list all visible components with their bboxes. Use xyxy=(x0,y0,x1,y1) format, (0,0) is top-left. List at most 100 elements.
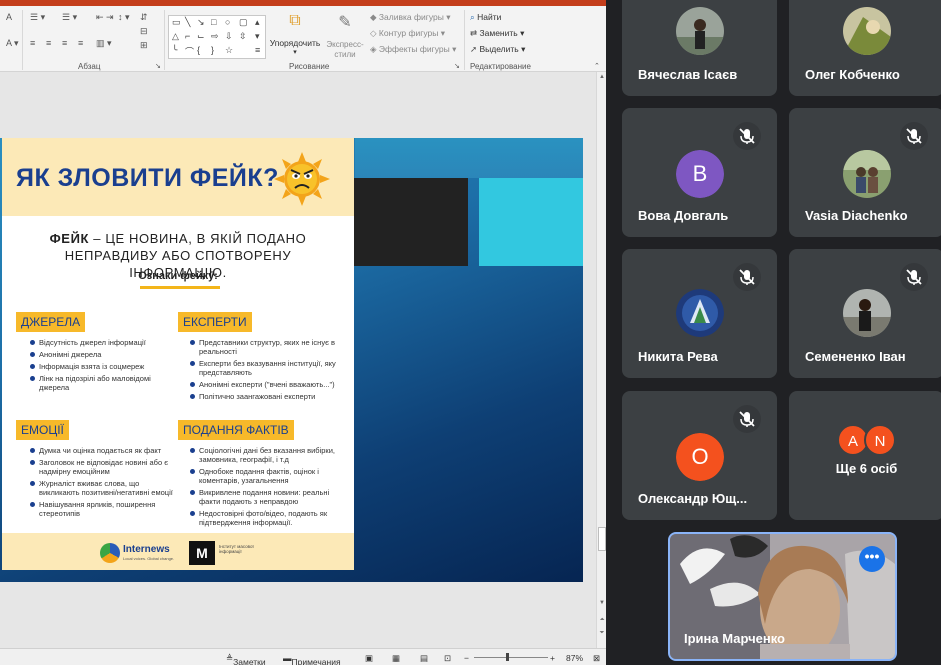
line-shape-icon[interactable]: ╲ xyxy=(185,17,190,28)
arrow-shape-icon[interactable]: ↘ xyxy=(197,17,205,28)
participant-tile[interactable]: Никита Рева xyxy=(622,249,777,378)
scrollbar-thumb[interactable] xyxy=(598,527,606,551)
shape-fill-label: Заливка фигуры xyxy=(378,12,444,22)
zoom-slider[interactable] xyxy=(474,657,548,658)
triangle-shape-icon[interactable]: △ xyxy=(172,31,179,42)
connector-shape-icon[interactable]: ⌐ xyxy=(185,31,190,41)
slide-background-band xyxy=(355,138,583,178)
internews-tagline: Local voices. Global change. xyxy=(123,556,175,561)
connector2-shape-icon[interactable]: ⌙ xyxy=(197,31,205,42)
star-shape-icon[interactable]: ☆ xyxy=(225,45,233,56)
quick-styles-button[interactable]: ✎ Экспресс-стили xyxy=(324,12,366,60)
zoom-in-button[interactable]: + xyxy=(550,653,555,663)
normal-view-icon[interactable]: ▣ xyxy=(365,653,373,664)
zoom-slider-thumb[interactable] xyxy=(506,653,509,661)
participant-name: Никита Рева xyxy=(638,349,718,364)
find-button[interactable]: ⌕ Найти xyxy=(470,12,501,23)
drawing-launcher-icon[interactable]: ↘ xyxy=(454,62,460,70)
right-arrow-shape-icon[interactable]: ⇨ xyxy=(211,31,219,42)
curve-shape-icon[interactable]: ╰ xyxy=(172,45,177,56)
numbering-icon[interactable]: ☰ ▾ xyxy=(62,12,77,23)
shape-outline-label: Контур фигуры xyxy=(378,28,439,38)
arrange-button[interactable]: ⧉ Упорядочить ▾ xyxy=(268,12,322,56)
category-sources: ДЖЕРЕЛА xyxy=(16,312,86,332)
participant-tile[interactable]: В Вова Довгаль xyxy=(622,108,777,237)
sources-list: Відсутність джерел інформації Анонімні д… xyxy=(30,338,160,395)
line-spacing-icon[interactable]: ↕ ▾ xyxy=(118,12,130,23)
scroll-down-icon[interactable]: ▼ xyxy=(597,600,606,606)
team-logo-icon xyxy=(676,289,724,337)
participant-tile[interactable]: Олег Кобченко xyxy=(789,0,941,96)
shape-effects-button[interactable]: ◈ Эффекты фигуры ▾ xyxy=(370,44,456,55)
more-shape-icon[interactable]: ⇳ xyxy=(239,31,247,42)
select-label: Выделить xyxy=(479,44,519,54)
participant-tile[interactable]: О Олександр Ющ... xyxy=(622,391,777,520)
down-arrow-shape-icon[interactable]: ⇩ xyxy=(225,31,233,42)
signs-heading: Ознаки фейку: xyxy=(138,270,218,282)
align-center-icon[interactable]: ≡ xyxy=(46,38,51,48)
indent-icon[interactable]: ⇤ ⇥ xyxy=(96,12,114,23)
rect-shape-icon[interactable]: □ xyxy=(211,17,216,27)
justify-icon[interactable]: ≡ xyxy=(78,38,83,48)
self-view-tile[interactable]: ••• Ірина Марченко xyxy=(668,532,897,661)
list-item: Інформація взята із соцмереж xyxy=(30,362,160,371)
reading-view-icon[interactable]: ▤ xyxy=(420,653,428,664)
list-item: Відсутність джерел інформації xyxy=(30,338,160,347)
notes-button[interactable]: ≜ Заметки xyxy=(226,653,266,665)
comments-button[interactable]: ▬ Примечания xyxy=(283,653,341,665)
slide-sorter-icon[interactable]: ▦ xyxy=(392,653,400,664)
scroll-up-icon[interactable]: ▲ xyxy=(597,74,606,80)
dialog-launcher-icon[interactable]: ↘ xyxy=(155,62,161,70)
text-direction-icon[interactable]: ⇵ xyxy=(140,12,148,23)
prev-slide-icon[interactable]: ⏶ xyxy=(597,617,606,624)
more-participants-tile[interactable]: A N Ще 6 осіб xyxy=(789,391,941,520)
zoom-out-button[interactable]: − xyxy=(464,653,469,663)
font-color-icon[interactable]: A ▾ xyxy=(6,38,19,49)
bracket2-shape-icon[interactable]: } xyxy=(211,45,214,55)
shapes-gallery[interactable]: ▭ ╲ ↘ □ ○ ▢ △ ⌐ ⌙ ⇨ ⇩ ⇳ ╰ ⌒ { } ☆ ▴ ▾ ≡ xyxy=(168,15,266,59)
gallery-expand-icon[interactable]: ≡ xyxy=(255,45,260,55)
more-options-button[interactable]: ••• xyxy=(859,546,885,572)
select-button[interactable]: ➚ Выделить ▾ xyxy=(470,44,525,55)
oval-shape-icon[interactable]: ○ xyxy=(225,17,230,27)
avatar xyxy=(843,289,891,337)
slide-canvas[interactable]: ЯК ЗЛОВИТИ ФЕЙК? ФЕЙК – ЦЕ НОВИНА, В ЯКІ… xyxy=(0,138,583,582)
person-photo-icon xyxy=(843,289,891,337)
smartart-icon[interactable]: ⊞ xyxy=(140,40,148,51)
align-left-icon[interactable]: ≡ xyxy=(30,38,35,48)
align-text-icon[interactable]: ⊟ xyxy=(140,26,148,37)
shape-fill-button[interactable]: ◆ Заливка фигуры ▾ xyxy=(370,12,450,23)
participant-tile[interactable]: Вячеслав Ісаєв xyxy=(622,0,777,96)
replace-button[interactable]: ⇄ Заменить ▾ xyxy=(470,28,524,39)
shape-outline-button[interactable]: ◇ Контур фигуры ▾ xyxy=(370,28,445,39)
zoom-level[interactable]: 87% xyxy=(566,653,583,663)
font-size-icon[interactable]: A xyxy=(6,12,12,22)
bullets-icon[interactable]: ☰ ▾ xyxy=(30,12,45,23)
cyan-rectangle-shape[interactable] xyxy=(479,178,583,266)
list-item: Анонімні експерти ("вчені вважають...") xyxy=(190,380,340,389)
arc-shape-icon[interactable]: ⌒ xyxy=(185,45,194,58)
participant-tile[interactable]: Семененко Іван xyxy=(789,249,941,378)
gallery-scroll-icon[interactable]: ▴ xyxy=(255,17,260,28)
columns-icon[interactable]: ▥ ▾ xyxy=(96,38,112,49)
fake-news-poster[interactable]: ЯК ЗЛОВИТИ ФЕЙК? ФЕЙК – ЦЕ НОВИНА, В ЯКІ… xyxy=(2,138,354,570)
align-right-icon[interactable]: ≡ xyxy=(62,38,67,48)
cursor-icon: ➚ xyxy=(470,44,478,54)
gallery-scroll-down-icon[interactable]: ▾ xyxy=(255,31,260,42)
powerpoint-window: A A ▾ ☰ ▾ ☰ ▾ ⇤ ⇥ ↕ ▾ ≡ ≡ ≡ ≡ ▥ ▾ ⇵ ⊟ ⊞ … xyxy=(0,0,606,665)
bracket-shape-icon[interactable]: { xyxy=(197,45,200,55)
collapse-ribbon-icon[interactable]: ⌃ xyxy=(594,62,600,70)
list-item: Лінк на підозрілі або маловідомі джерела xyxy=(30,374,160,392)
participant-name: Вячеслав Ісаєв xyxy=(638,67,738,82)
list-item: Експерти без вказування інституції, яку … xyxy=(190,359,340,377)
fit-slide-icon[interactable]: ⊠ xyxy=(593,653,600,664)
next-slide-icon[interactable]: ⏷ xyxy=(597,630,606,637)
avatar: О xyxy=(676,433,724,481)
textbox-shape-icon[interactable]: ▭ xyxy=(172,17,181,28)
avatar xyxy=(843,150,891,198)
slideshow-icon[interactable]: ⊡ xyxy=(444,653,451,664)
dark-rectangle-shape[interactable] xyxy=(354,178,468,266)
participant-tile[interactable]: Vasia Diachenko xyxy=(789,108,941,237)
vertical-scrollbar[interactable]: ▲ ▼ ⏶ ⏷ xyxy=(596,72,606,648)
rounded-rect-shape-icon[interactable]: ▢ xyxy=(239,17,248,28)
